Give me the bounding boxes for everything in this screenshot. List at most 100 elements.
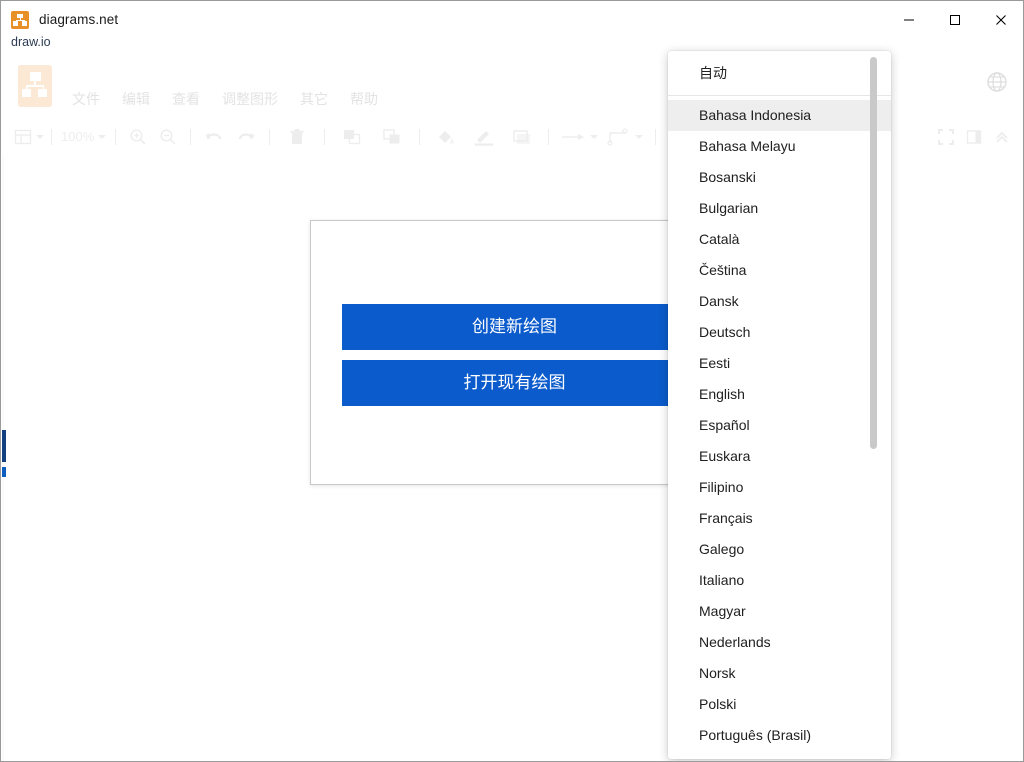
to-front-button[interactable] xyxy=(332,119,372,154)
language-option[interactable]: Dansk xyxy=(668,286,891,317)
language-option[interactable]: Čeština xyxy=(668,255,891,286)
language-option[interactable]: Filipino xyxy=(668,472,891,503)
toolbar-divider xyxy=(51,128,52,145)
layout-icon xyxy=(14,129,32,144)
language-option[interactable]: Bulgarian xyxy=(668,193,891,224)
fill-color-icon xyxy=(439,130,455,144)
language-option[interactable]: Polski xyxy=(668,689,891,720)
toolbar-divider xyxy=(419,128,421,145)
close-icon xyxy=(996,14,1006,25)
toolbar-divider xyxy=(115,128,117,145)
drawio-watermark-icon xyxy=(18,65,52,107)
undo-icon xyxy=(205,132,222,139)
layout-button[interactable] xyxy=(14,119,44,154)
toolbar-divider xyxy=(269,128,271,145)
menu-view[interactable]: 查看 xyxy=(172,89,200,109)
language-option[interactable]: Català xyxy=(668,224,891,255)
language-option[interactable]: Bahasa Indonesia xyxy=(668,100,891,131)
create-new-diagram-button[interactable]: 创建新绘图 xyxy=(342,304,687,350)
fullscreen-button[interactable] xyxy=(932,119,960,154)
zoom-out-button[interactable] xyxy=(153,119,183,154)
to-back-icon xyxy=(383,128,400,143)
zoom-in-button[interactable] xyxy=(123,119,153,154)
language-option[interactable]: Español xyxy=(668,410,891,441)
shape-panel-edge-marker-secondary xyxy=(2,467,6,477)
language-option[interactable]: Italiano xyxy=(668,565,891,596)
minimize-icon xyxy=(904,19,914,20)
connection-arrow-icon xyxy=(562,133,585,140)
language-dropdown[interactable]: 自动 Bahasa Indonesia Bahasa Melayu Bosans… xyxy=(668,51,891,759)
fill-color-button[interactable] xyxy=(427,119,465,154)
window-controls xyxy=(886,2,1023,37)
menu-edit[interactable]: 编辑 xyxy=(122,89,150,109)
language-option[interactable]: Norsk xyxy=(668,658,891,689)
to-back-button[interactable] xyxy=(372,119,412,154)
waypoints-button[interactable] xyxy=(602,119,648,154)
zoom-out-icon xyxy=(160,128,176,145)
chevron-up-icon xyxy=(996,131,1008,143)
dropdown-scrollbar-track[interactable] xyxy=(870,51,884,759)
toolbar-divider xyxy=(190,128,192,145)
language-option[interactable]: Português (Brasil) xyxy=(668,720,891,751)
waypoints-icon xyxy=(607,127,628,146)
zoom-in-icon xyxy=(130,128,146,145)
shadow-icon xyxy=(513,129,531,144)
toolbar-divider xyxy=(324,128,326,145)
collapse-toolbar-button[interactable] xyxy=(988,119,1016,154)
menu-extras[interactable]: 其它 xyxy=(300,89,328,109)
language-list: 自动 Bahasa Indonesia Bahasa Melayu Bosans… xyxy=(668,51,891,759)
menu-items: 文件 编辑 查看 调整图形 其它 帮助 xyxy=(72,57,400,119)
open-existing-diagram-button[interactable]: 打开现有绘图 xyxy=(342,360,687,406)
language-option[interactable]: English xyxy=(668,379,891,410)
menu-file[interactable]: 文件 xyxy=(72,89,100,109)
redo-button[interactable] xyxy=(230,119,262,154)
language-option[interactable]: Bahasa Melayu xyxy=(668,131,891,162)
splash-button-group: 创建新绘图 打开现有绘图 xyxy=(342,304,687,406)
format-panel-button[interactable] xyxy=(960,119,988,154)
chevron-down-icon xyxy=(590,134,599,139)
minimize-button[interactable] xyxy=(886,2,932,37)
dropdown-scrollbar-thumb[interactable] xyxy=(870,57,877,449)
language-option[interactable]: Galego xyxy=(668,534,891,565)
maximize-icon xyxy=(950,14,960,25)
menu-arrange[interactable]: 调整图形 xyxy=(222,89,278,109)
chevron-down-icon xyxy=(98,134,107,139)
application-window: diagrams.net draw.io 文件 编辑 查看 调整图形 其它 帮助… xyxy=(0,0,1024,762)
toolbar-right-group xyxy=(932,119,1016,154)
language-option[interactable]: Bosanski xyxy=(668,162,891,193)
undo-button[interactable] xyxy=(198,119,230,154)
language-option[interactable]: Magyar xyxy=(668,596,891,627)
language-option[interactable]: Eesti xyxy=(668,348,891,379)
shape-panel-edge-marker xyxy=(2,430,6,462)
language-option[interactable]: Nederlands xyxy=(668,627,891,658)
menu-help[interactable]: 帮助 xyxy=(350,89,378,109)
to-front-icon xyxy=(344,129,361,144)
toolbar-divider xyxy=(655,128,657,145)
close-button[interactable] xyxy=(978,2,1023,37)
language-option[interactable]: Deutsch xyxy=(668,317,891,348)
chevron-down-icon xyxy=(635,134,644,139)
connection-arrow-button[interactable] xyxy=(556,119,602,154)
title-bar: diagrams.net xyxy=(2,2,1023,37)
redo-icon xyxy=(239,132,256,139)
line-color-icon xyxy=(475,130,494,146)
zoom-level-button[interactable]: 100% xyxy=(59,119,108,154)
format-panel-icon xyxy=(966,129,982,144)
globe-icon[interactable] xyxy=(986,71,1008,93)
delete-button[interactable] xyxy=(277,119,317,154)
language-option[interactable]: Français xyxy=(668,503,891,534)
language-option-auto[interactable]: 自动 xyxy=(668,58,891,89)
maximize-button[interactable] xyxy=(932,2,978,37)
splash-dialog: 创建新绘图 打开现有绘图 语言 xyxy=(310,220,716,485)
app-subtitle: draw.io xyxy=(11,35,51,49)
dropdown-divider xyxy=(668,95,891,96)
fullscreen-icon xyxy=(938,128,954,145)
chevron-down-icon xyxy=(36,134,44,139)
shadow-button[interactable] xyxy=(503,119,541,154)
toolbar-divider xyxy=(548,128,550,145)
language-option[interactable]: Euskara xyxy=(668,441,891,472)
language-option[interactable]: Português (Portugal) xyxy=(668,751,891,759)
line-color-button[interactable] xyxy=(465,119,503,154)
window-title: diagrams.net xyxy=(39,12,119,27)
delete-icon xyxy=(290,128,304,144)
